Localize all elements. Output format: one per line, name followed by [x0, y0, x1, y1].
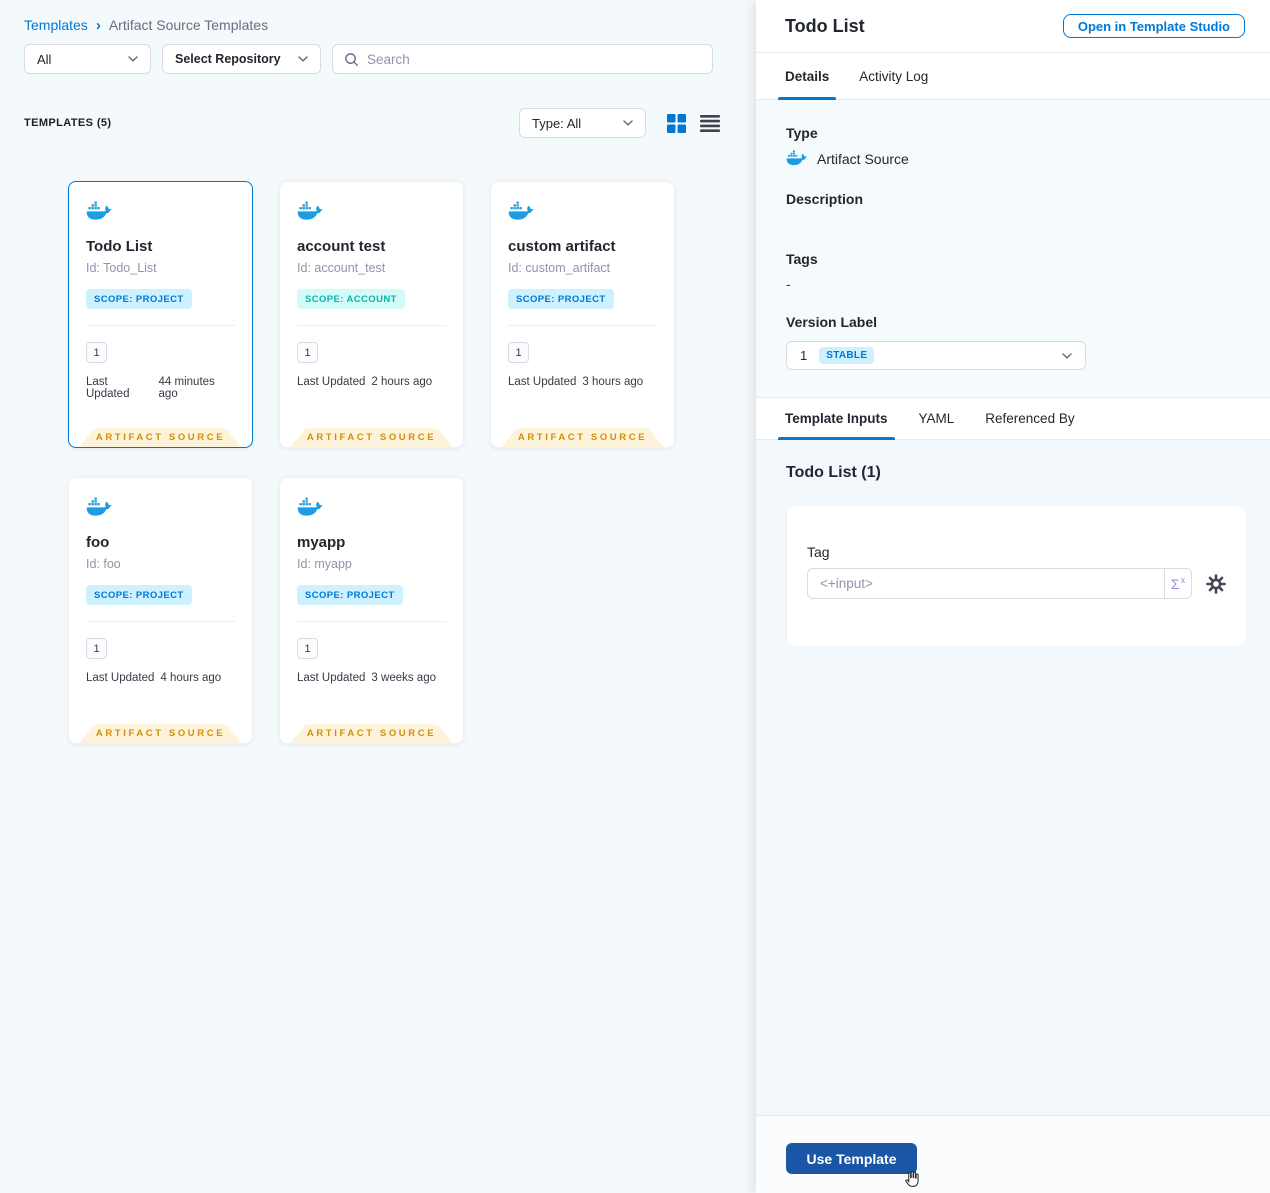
breadcrumb-current: Artifact Source Templates — [108, 17, 269, 33]
scope-badge: SCOPE: PROJECT — [297, 585, 403, 605]
docker-icon — [297, 497, 446, 518]
input-settings-gear-icon[interactable] — [1206, 573, 1226, 594]
docker-icon — [786, 150, 808, 167]
tab-details[interactable]: Details — [777, 53, 837, 100]
open-in-template-studio-button[interactable]: Open in Template Studio — [1062, 14, 1245, 38]
version-label: Version Label — [786, 314, 878, 330]
version-select-dropdown[interactable]: 1 STABLE — [786, 341, 1086, 370]
template-card-grid: Todo List Id: Todo_List SCOPE: PROJECT 1… — [68, 181, 675, 744]
version-count-badge: 1 — [297, 342, 318, 363]
last-updated: Last Updated 3 weeks ago — [297, 672, 436, 684]
version-count-badge: 1 — [508, 342, 529, 363]
type-label: Type — [786, 125, 818, 141]
template-card-id: Id: Todo_List — [86, 261, 157, 275]
tag-input[interactable] — [807, 568, 1192, 599]
search-icon — [344, 52, 359, 67]
docker-icon — [508, 201, 657, 222]
template-card-title: account test — [297, 238, 386, 255]
template-card-id: Id: account_test — [297, 261, 386, 275]
template-card-todo-list[interactable]: Todo List Id: Todo_List SCOPE: PROJECT 1… — [68, 181, 253, 448]
expression-sigma-button[interactable]: Σx — [1164, 569, 1191, 598]
template-card-account-test[interactable]: account test Id: account_test SCOPE: ACC… — [279, 181, 464, 448]
docker-icon — [86, 497, 235, 518]
chevron-down-icon — [128, 56, 138, 62]
divider — [297, 621, 446, 622]
template-card-id: Id: foo — [86, 557, 121, 571]
scope-badge: SCOPE: PROJECT — [508, 289, 614, 309]
chevron-down-icon — [1062, 352, 1072, 359]
docker-icon — [86, 201, 235, 222]
description-label: Description — [786, 191, 864, 207]
template-card-custom-artifact[interactable]: custom artifact Id: custom_artifact SCOP… — [490, 181, 675, 448]
artifact-source-ribbon: ARTIFACT SOURCE — [290, 428, 453, 447]
artifact-source-ribbon: ARTIFACT SOURCE — [79, 724, 242, 743]
hand-cursor-icon — [903, 1167, 924, 1189]
chevron-down-icon — [623, 120, 633, 126]
tag-label: Tag — [807, 544, 830, 560]
search-input[interactable] — [367, 51, 701, 67]
divider — [86, 325, 235, 326]
breadcrumb: Templates › Artifact Source Templates — [24, 17, 268, 33]
template-card-title: foo — [86, 534, 110, 551]
tags-value: - — [786, 276, 791, 292]
stable-badge: STABLE — [819, 347, 875, 364]
divider — [297, 325, 446, 326]
breadcrumb-chevron-icon: › — [95, 16, 101, 34]
tab-activity-log[interactable]: Activity Log — [859, 53, 928, 99]
version-count-badge: 1 — [86, 638, 107, 659]
list-view-button[interactable] — [700, 115, 720, 132]
template-card-id: Id: myapp — [297, 557, 352, 571]
scope-badge: SCOPE: PROJECT — [86, 289, 192, 309]
artifact-source-ribbon: ARTIFACT SOURCE — [79, 428, 242, 447]
description-value — [786, 207, 1240, 251]
search-box — [332, 44, 713, 74]
artifact-source-ribbon: ARTIFACT SOURCE — [290, 724, 453, 743]
version-count-badge: 1 — [297, 638, 318, 659]
tab-template-inputs[interactable]: Template Inputs — [778, 398, 895, 440]
last-updated: Last Updated 2 hours ago — [297, 376, 433, 388]
panel-title: Todo List — [785, 15, 865, 36]
repository-filter-dropdown[interactable]: Select Repository — [162, 44, 321, 74]
artifact-source-ribbon: ARTIFACT SOURCE — [501, 428, 664, 447]
repository-filter-value: Select Repository — [175, 52, 281, 66]
scope-filter-dropdown[interactable]: All — [24, 44, 151, 74]
type-filter-value: Type: All — [532, 115, 582, 131]
divider — [508, 325, 657, 326]
templates-count-label: TEMPLATES (5) — [24, 117, 112, 129]
template-card-foo[interactable]: foo Id: foo SCOPE: PROJECT 1 Last Update… — [68, 477, 253, 744]
use-template-button[interactable]: Use Template — [786, 1143, 917, 1174]
grid-view-button[interactable] — [667, 114, 686, 133]
template-card-id: Id: custom_artifact — [508, 261, 611, 275]
breadcrumb-link-templates[interactable]: Templates — [24, 17, 88, 33]
template-card-title: Todo List — [86, 238, 153, 255]
template-card-title: custom artifact — [508, 238, 616, 255]
tab-referenced-by[interactable]: Referenced By — [985, 398, 1074, 439]
scope-filter-value: All — [37, 51, 52, 67]
chevron-down-icon — [298, 56, 308, 62]
docker-icon — [297, 201, 446, 222]
scope-badge: SCOPE: ACCOUNT — [297, 289, 405, 309]
tags-label: Tags — [786, 251, 818, 267]
templates-list-panel: Templates › Artifact Source Templates Al… — [0, 0, 756, 1193]
template-inputs-heading: Todo List (1) — [786, 464, 881, 481]
last-updated: Last Updated 44 minutes ago — [86, 376, 215, 400]
version-value: 1 — [800, 348, 808, 363]
template-card-myapp[interactable]: myapp Id: myapp SCOPE: PROJECT 1 Last Up… — [279, 477, 464, 744]
tab-yaml[interactable]: YAML — [919, 398, 955, 439]
template-details-drawer: Todo List Open in Template Studio Detail… — [756, 0, 1270, 1193]
divider — [86, 621, 235, 622]
type-filter-dropdown[interactable]: Type: All — [519, 108, 646, 138]
scope-badge: SCOPE: PROJECT — [86, 585, 192, 605]
type-value: Artifact Source — [817, 150, 909, 167]
version-count-badge: 1 — [86, 342, 107, 363]
template-inputs-card: Tag Σx — [786, 505, 1247, 647]
template-card-title: myapp — [297, 534, 346, 551]
last-updated: Last Updated 4 hours ago — [86, 672, 222, 684]
last-updated: Last Updated 3 hours ago — [508, 376, 644, 388]
